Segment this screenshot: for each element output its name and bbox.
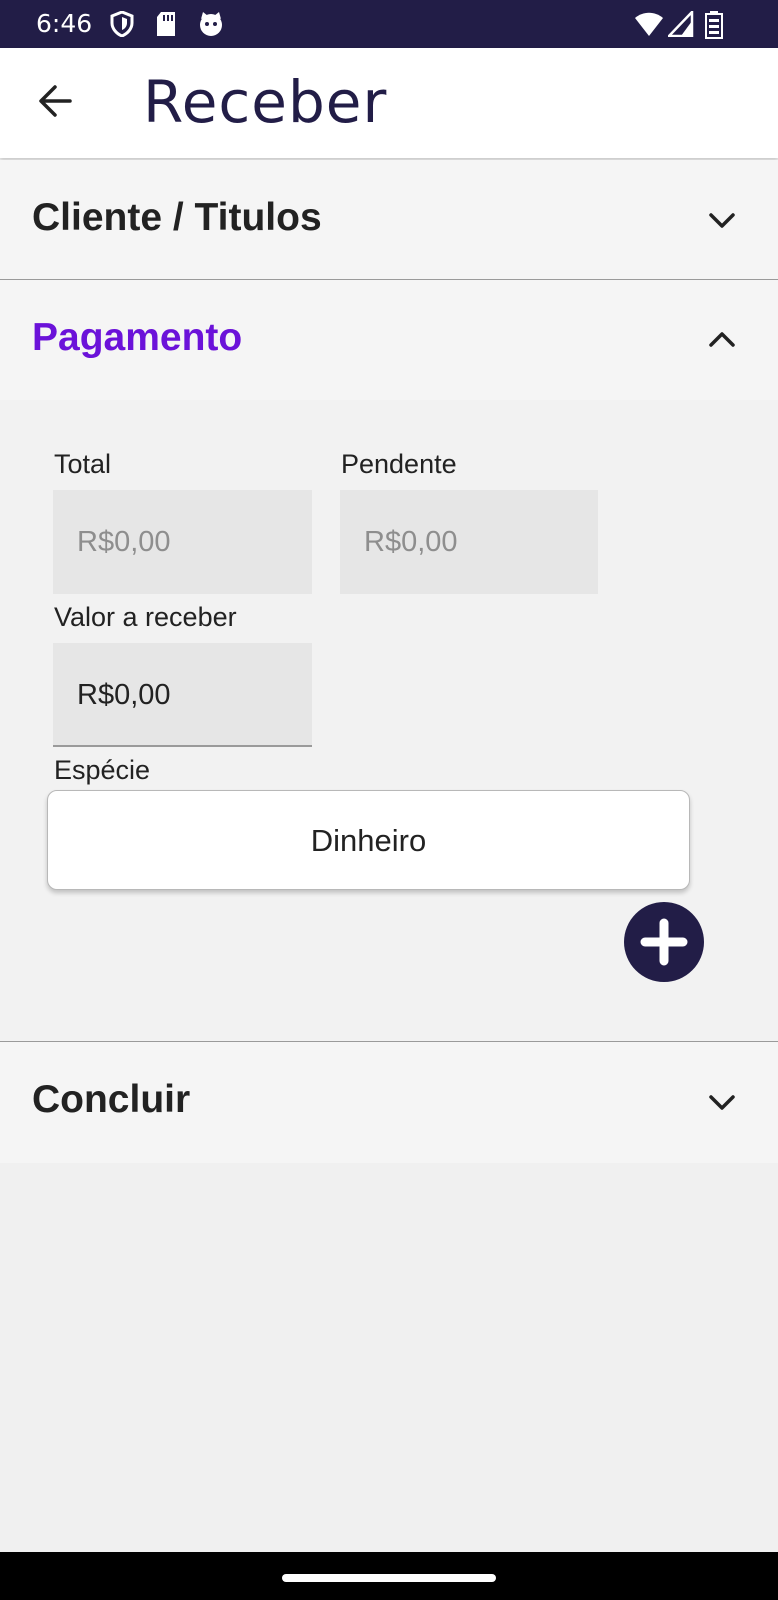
battery-icon <box>705 11 723 39</box>
total-field: R$0,00 <box>53 490 312 594</box>
back-arrow-icon[interactable] <box>30 74 84 128</box>
sd-card-icon <box>157 12 175 36</box>
section-concluir-title: Concluir <box>32 1078 191 1121</box>
home-gesture-handle[interactable] <box>282 1574 496 1582</box>
section-concluir-header[interactable]: Concluir <box>0 1042 778 1163</box>
especie-select[interactable]: Dinheiro <box>47 790 690 890</box>
screen: 6:46 Receber Cliente / Titulos Pagamento… <box>0 0 778 1600</box>
shield-icon <box>110 11 134 37</box>
section-pagamento-title: Pagamento <box>32 316 243 359</box>
chevron-up-icon[interactable] <box>706 326 738 354</box>
chevron-down-icon[interactable] <box>706 206 738 234</box>
valor-receber-label: Valor a receber <box>54 602 237 632</box>
signal-icon <box>668 11 694 37</box>
navigation-bar <box>0 1552 778 1600</box>
chevron-down-icon[interactable] <box>706 1088 738 1116</box>
app-bar: Receber <box>0 48 778 158</box>
section-cliente-titulos-header[interactable]: Cliente / Titulos <box>0 160 778 280</box>
section-cliente-titulos-title: Cliente / Titulos <box>32 196 322 239</box>
total-label: Total <box>54 449 112 479</box>
wifi-icon <box>635 12 663 36</box>
cat-face-icon <box>200 12 222 36</box>
pendente-label: Pendente <box>341 449 457 479</box>
especie-label: Espécie <box>54 755 151 785</box>
status-time: 6:46 <box>36 9 93 38</box>
add-payment-button[interactable] <box>624 902 704 982</box>
pendente-field: R$0,00 <box>340 490 598 594</box>
status-bar: 6:46 <box>0 0 778 48</box>
plus-icon <box>640 918 688 966</box>
section-pagamento-header[interactable]: Pagamento <box>0 280 778 400</box>
valor-receber-input[interactable]: R$0,00 <box>53 643 312 747</box>
page-title: Receber <box>143 68 388 136</box>
